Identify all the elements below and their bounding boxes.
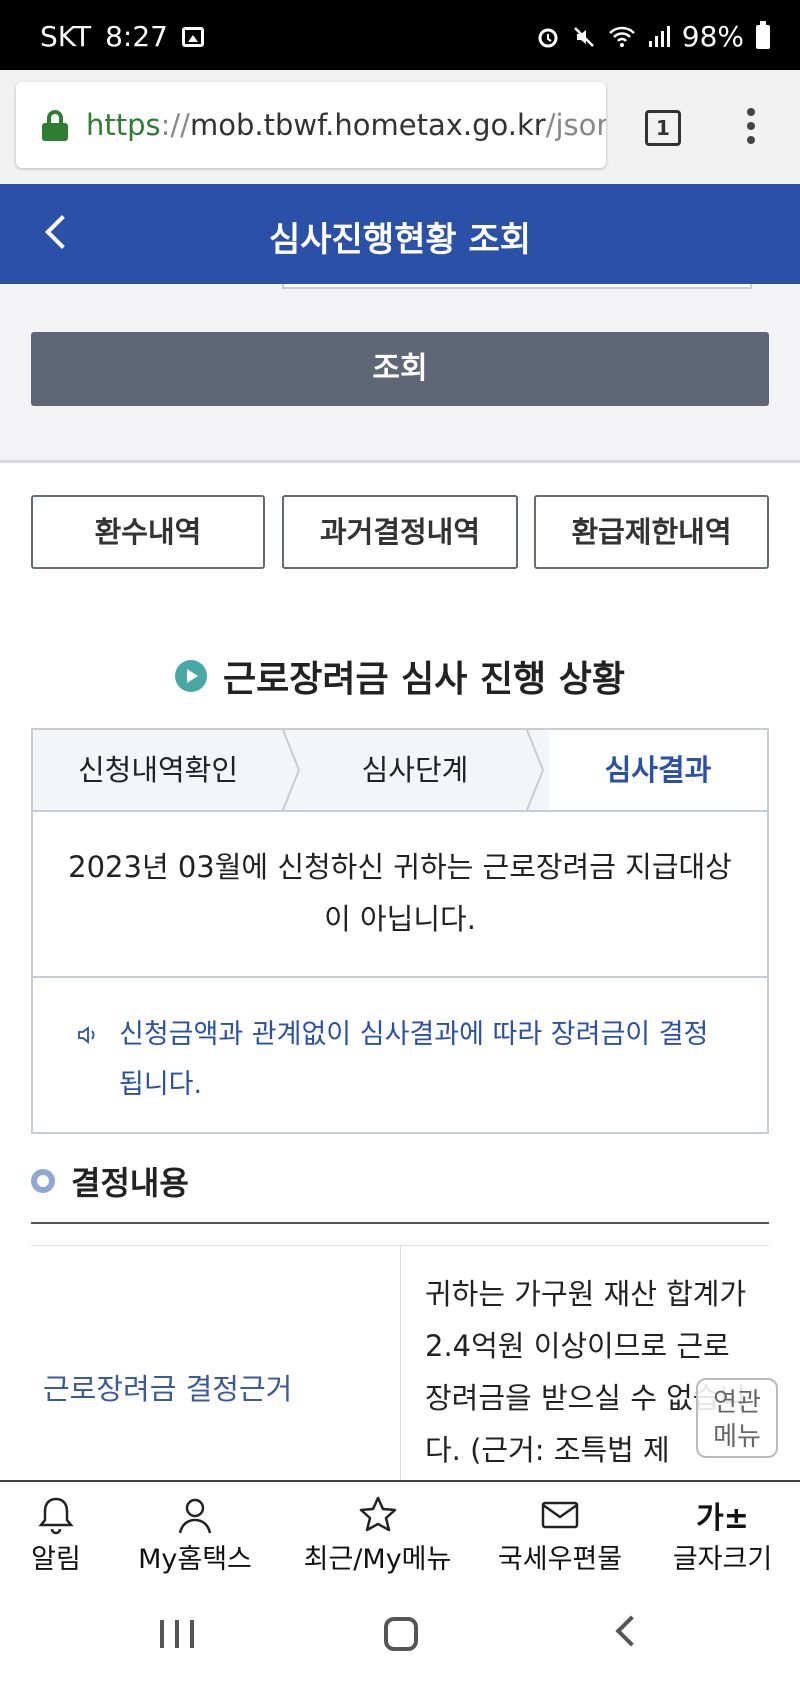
step-chevron-icon	[526, 730, 545, 810]
bell-icon	[38, 1497, 74, 1535]
wifi-icon	[608, 26, 635, 47]
step-chevron-icon	[282, 730, 301, 810]
signal-icon	[648, 25, 670, 47]
more-options-icon[interactable]	[746, 108, 756, 148]
nav-recent-menu[interactable]: 최근/My메뉴	[300, 1490, 455, 1586]
page-title: 심사진행현황 조회	[268, 220, 532, 260]
app-header: 심사진행현황 조회	[0, 184, 800, 284]
home-icon[interactable]	[384, 1617, 418, 1651]
nav-font-size[interactable]: 가± 글자크기	[660, 1490, 785, 1586]
decision-title: 결정내용	[71, 1164, 189, 1202]
system-back-icon[interactable]	[615, 1615, 647, 1647]
mute-icon	[573, 26, 594, 47]
alarm-icon	[538, 28, 558, 47]
result-message: 2023년 03월에 신청하신 귀하는 근로장려금 지급대상이 아닙니다.	[68, 850, 732, 936]
step-result: 심사결과	[549, 730, 767, 810]
query-button[interactable]: 조회	[31, 332, 769, 406]
related-menu-label-1: 연관	[713, 1388, 761, 1418]
font-size-icon: 가±	[696, 1501, 749, 1536]
decision-basis-label: 근로장려금 결정근거	[31, 1246, 401, 1486]
image-icon	[181, 26, 204, 47]
decision-divider	[31, 1222, 769, 1224]
nav-my-hometax[interactable]: My홈택스	[125, 1490, 265, 1586]
decision-heading: 결정내용	[31, 1158, 189, 1204]
result-message-box: 2023년 03월에 신청하신 귀하는 근로장려금 지급대상이 아닙니다.	[31, 810, 769, 978]
step-application-check: 신청내역확인	[77, 753, 239, 787]
tab-switcher-button[interactable]: 1	[645, 110, 681, 146]
url-text: https://mob.tbwf.hometax.go.kr/json	[86, 108, 606, 142]
progress-stepper: 신청내역확인 심사단계 심사결과	[31, 728, 769, 812]
mail-icon	[541, 1501, 579, 1529]
speaker-icon	[78, 1026, 95, 1044]
nav-notifications[interactable]: 알림	[0, 1490, 112, 1586]
notice-box: 신청금액과 관계없이 심사결과에 따라 장려금이 결정됩니다.	[31, 976, 769, 1134]
section-heading: 근로장려금 심사 진행 상황	[0, 650, 800, 702]
tab-refund-restrictions[interactable]: 환급제한내역	[534, 495, 769, 569]
table-row: 근로장려금 결정근거 귀하는 가구원 재산 합계가 2.4억원 이상이므로 근로…	[31, 1245, 769, 1486]
section-title: 근로장려금 심사 진행 상황	[223, 659, 625, 700]
ring-bullet-icon	[31, 1169, 55, 1193]
notice-text: 신청금액과 관계없이 심사결과에 따라 장려금이 결정됩니다.	[119, 1019, 709, 1100]
system-navigation-bar	[0, 1588, 800, 1689]
battery-percent: 98%	[681, 20, 744, 53]
status-bar: SKT 8:27 98%	[0, 0, 800, 70]
bottom-navigation: 알림 My홈택스 최근/My메뉴 국세우편물 가± 글자크기	[0, 1480, 800, 1588]
carrier-label: SKT	[40, 20, 92, 53]
lock-icon	[42, 110, 68, 141]
recent-apps-icon[interactable]	[160, 1620, 194, 1648]
nav-tax-mail[interactable]: 국세우편물	[490, 1490, 630, 1586]
user-icon	[178, 1498, 212, 1534]
nav-label: 국세우편물	[497, 1544, 623, 1575]
nav-label: 알림	[31, 1544, 81, 1575]
related-menu-label-2: 메뉴	[713, 1422, 761, 1452]
battery-icon	[756, 20, 770, 49]
nav-label: 최근/My메뉴	[303, 1544, 452, 1575]
tab-past-decisions[interactable]: 과거결정내역	[282, 495, 518, 569]
address-bar[interactable]: https://mob.tbwf.hometax.go.kr/json	[16, 82, 606, 168]
step-review: 심사단계	[361, 753, 469, 787]
search-input-partial[interactable]	[282, 284, 752, 289]
related-menu-button[interactable]: 연관 메뉴	[696, 1378, 778, 1458]
tab-recovery-history[interactable]: 환수내역	[31, 495, 265, 569]
search-section: 조회	[0, 284, 800, 460]
nav-label: 글자크기	[672, 1544, 773, 1575]
nav-label: My홈택스	[138, 1544, 252, 1575]
browser-toolbar: https://mob.tbwf.hometax.go.kr/json 1	[0, 70, 800, 184]
section-divider	[0, 460, 800, 463]
play-icon	[175, 660, 208, 692]
clock: 8:27	[105, 20, 168, 53]
star-icon	[359, 1496, 396, 1532]
